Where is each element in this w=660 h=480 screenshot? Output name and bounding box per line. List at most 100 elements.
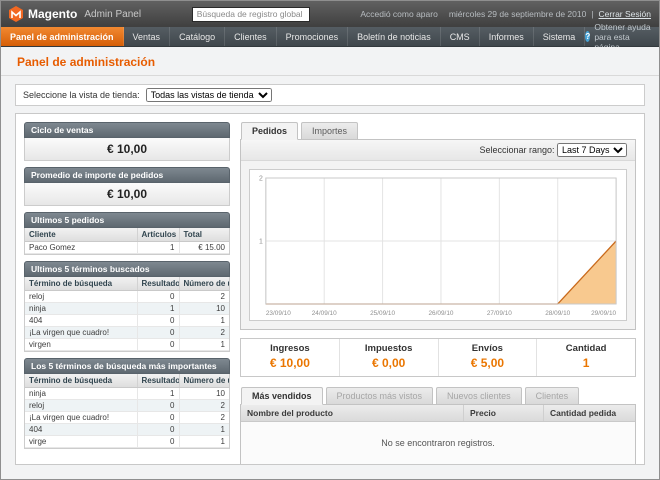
column-header: Resultados [137, 277, 179, 291]
separator: | [591, 9, 593, 19]
top-search-table: Término de búsqueda Resultados Número de… [25, 374, 229, 448]
orders-tab-panel: Seleccionar rango: Last 7 Days 1 2 23/09/1… [240, 139, 636, 330]
table-row[interactable]: 404 0 1 [25, 424, 229, 436]
magento-logo-icon [9, 6, 23, 22]
column-header: Número de usos [179, 277, 229, 291]
table-row[interactable]: reloj 0 2 [25, 400, 229, 412]
nav-item-informes[interactable]: Informes [480, 27, 534, 46]
range-select[interactable]: Last 7 Days [557, 143, 627, 157]
tab-nuevos-clientes[interactable]: Nuevos clientes [436, 387, 522, 405]
tab-clientes[interactable]: Clientes [525, 387, 580, 405]
current-date: miércoles 29 de septiembre de 2010 [449, 9, 587, 19]
grid-column-header: Cantidad pedida [543, 405, 635, 421]
column-header: Término de búsqueda [25, 277, 137, 291]
stat-impuestos: Impuestos € 0,00 [339, 339, 438, 376]
range-bar: Seleccionar rango: Last 7 Days [241, 140, 635, 161]
last-orders-table: Cliente Artículos Total Paco Gomez 1 € 1… [25, 228, 229, 254]
column-header: Total [179, 228, 229, 242]
last-orders-table-wrap: Cliente Artículos Total Paco Gomez 1 € 1… [24, 228, 230, 255]
dashboard-left-column: Ciclo de ventas € 10,00 Promedio de impo… [24, 122, 230, 456]
stat-ingresos: Ingresos € 10,00 [241, 339, 339, 376]
svg-text:24/09/10: 24/09/10 [312, 310, 337, 317]
last-search-title: Ultimos 5 términos buscados [24, 261, 230, 277]
grid-empty-message: No se encontraron registros. [241, 422, 635, 465]
tab-pedidos[interactable]: Pedidos [241, 122, 298, 140]
dashboard-right-column: Pedidos Importes Seleccionar rango: Last… [240, 122, 636, 456]
tab-importes[interactable]: Importes [301, 122, 358, 140]
orders-chart: 1223/09/1024/09/1025/09/1026/09/1027/09/… [250, 170, 626, 320]
nav-item-sistema[interactable]: Sistema [534, 27, 586, 46]
top-search-table-wrap: Término de búsqueda Resultados Número de… [24, 374, 230, 449]
table-row[interactable]: ninja 1 10 [25, 303, 229, 315]
column-header: Término de búsqueda [25, 374, 137, 388]
product-report-tabs: Más vendidos Productos más vistos Nuevos… [241, 387, 636, 405]
svg-text:2: 2 [259, 175, 263, 182]
table-row[interactable]: virgen 0 1 [25, 339, 229, 351]
main-nav: Panel de administración Ventas Catálogo … [1, 27, 659, 47]
column-header: Número de usos [179, 374, 229, 388]
svg-text:28/09/10: 28/09/10 [545, 310, 570, 317]
store-view-label: Seleccione la vista de tienda: [23, 90, 140, 100]
column-header: Resultados [137, 374, 179, 388]
average-orders-title: Promedio de importe de pedidos [24, 167, 230, 183]
table-row[interactable]: virge 0 1 [25, 436, 229, 448]
table-row[interactable]: ¡La virgen que cuadro! 0 2 [25, 327, 229, 339]
top-search-panel: Los 5 términos de búsqueda más important… [24, 358, 230, 449]
svg-text:27/09/10: 27/09/10 [487, 310, 512, 317]
global-search-input[interactable] [192, 7, 310, 22]
table-row[interactable]: 404 0 1 [25, 315, 229, 327]
nav-item-catalogo[interactable]: Catálogo [170, 27, 225, 46]
dashboard: Ciclo de ventas € 10,00 Promedio de impo… [15, 113, 645, 465]
last-search-table: Término de búsqueda Resultados Número de… [25, 277, 229, 351]
lifetime-sales-panel: Ciclo de ventas € 10,00 [24, 122, 230, 161]
logo-secondary-text: Admin Panel [84, 9, 141, 20]
table-row[interactable]: Paco Gomez 1 € 15.00 [25, 242, 229, 254]
last-orders-panel: Ultimos 5 pedidos Cliente Artículos Tota… [24, 212, 230, 255]
logged-in-as: Accedió como aparo [360, 9, 438, 19]
tab-mas-vendidos[interactable]: Más vendidos [241, 387, 323, 405]
help-link[interactable]: ? Obtener ayuda para esta página [585, 27, 659, 46]
store-view-select[interactable]: Todas las vistas de tienda [146, 88, 272, 102]
table-row[interactable]: reloj 0 2 [25, 291, 229, 303]
title-divider [1, 75, 659, 76]
lifetime-sales-value: € 10,00 [24, 138, 230, 161]
top-search-title: Los 5 términos de búsqueda más important… [24, 358, 230, 374]
help-icon: ? [585, 31, 590, 42]
magento-logo[interactable]: Magento Admin Panel [9, 6, 141, 22]
grid-header-row: Nombre del producto Precio Cantidad pedi… [241, 405, 635, 422]
user-info: Accedió como aparo miércoles 29 de septi… [360, 9, 651, 19]
magento-admin-window: Magento Admin Panel Accedió como aparo m… [0, 0, 660, 480]
orders-chart-box: 1223/09/1024/09/1025/09/1026/09/1027/09/… [249, 169, 627, 321]
stat-cantidad: Cantidad 1 [536, 339, 635, 376]
totals-bar: Ingresos € 10,00 Impuestos € 0,00 Envíos… [240, 338, 636, 377]
grid-column-header: Precio [463, 405, 543, 421]
nav-item-promociones[interactable]: Promociones [277, 27, 349, 46]
nav-item-ventas[interactable]: Ventas [124, 27, 171, 46]
logout-link[interactable]: Cerrar Sesión [599, 9, 651, 19]
last-orders-title: Ultimos 5 pedidos [24, 212, 230, 228]
bestsellers-grid: Nombre del producto Precio Cantidad pedi… [240, 404, 636, 465]
column-header: Artículos [137, 228, 179, 242]
orders-amounts-tabs: Pedidos Importes [241, 122, 636, 140]
nav-item-clientes[interactable]: Clientes [225, 27, 277, 46]
header: Magento Admin Panel Accedió como aparo m… [1, 1, 659, 27]
tab-productos-mas-vistos[interactable]: Productos más vistos [326, 387, 434, 405]
table-row[interactable]: ninja 1 10 [25, 388, 229, 400]
logo-primary-text: Magento [28, 7, 77, 21]
last-search-table-wrap: Término de búsqueda Resultados Número de… [24, 277, 230, 352]
average-orders-panel: Promedio de importe de pedidos € 10,00 [24, 167, 230, 206]
stat-envios: Envíos € 5,00 [438, 339, 537, 376]
svg-text:23/09/10: 23/09/10 [266, 310, 291, 317]
svg-text:1: 1 [259, 238, 263, 245]
nav-item-cms[interactable]: CMS [441, 27, 480, 46]
grid-column-header: Nombre del producto [241, 405, 463, 421]
lifetime-sales-title: Ciclo de ventas [24, 122, 230, 138]
table-row[interactable]: ¡La virgen que cuadro! 0 2 [25, 412, 229, 424]
store-view-bar: Seleccione la vista de tienda: Todas las… [15, 84, 645, 106]
average-orders-value: € 10,00 [24, 183, 230, 206]
page-title: Panel de administración [17, 55, 643, 69]
content-area: Panel de administración Seleccione la vi… [1, 47, 659, 479]
nav-item-boletin[interactable]: Boletín de noticias [348, 27, 441, 46]
svg-text:26/09/10: 26/09/10 [428, 310, 453, 317]
nav-item-panel-administracion[interactable]: Panel de administración [1, 27, 124, 46]
